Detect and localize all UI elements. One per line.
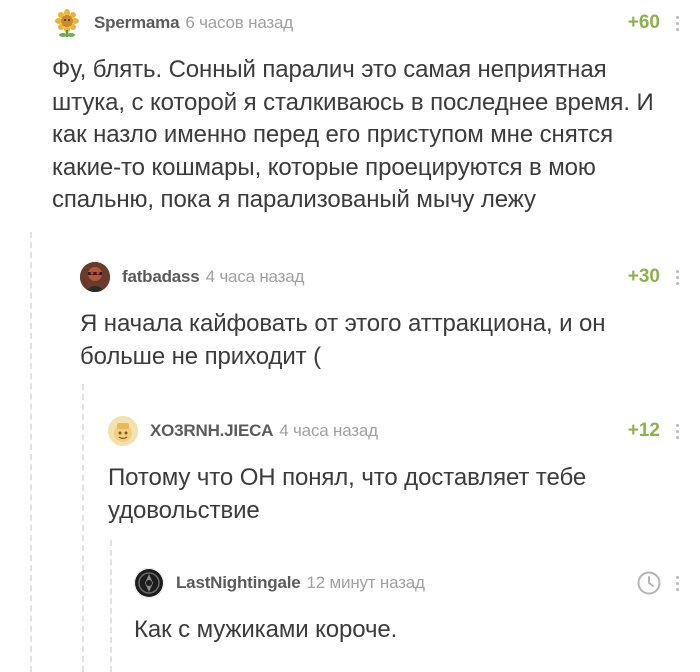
username-label[interactable]: LastNightingale — [176, 573, 301, 592]
username-label[interactable]: Spermama — [94, 13, 180, 32]
rating: +12 — [627, 420, 660, 441]
comment: LastNightingale 12 минут назад Как с мужи… — [134, 568, 700, 672]
more-options-icon[interactable] — [676, 270, 680, 288]
comment-time: 4 часа назад — [205, 267, 305, 286]
comment: Spermama 6 часов назад +60 Фу, блять. Сон… — [52, 8, 700, 223]
more-options-icon[interactable] — [676, 424, 680, 442]
username-label[interactable]: XO3RNH.JIECA — [150, 421, 273, 440]
comment-text: Фу, блять. Сонный паралич это самая непр… — [52, 56, 654, 213]
thread-line — [30, 232, 32, 672]
more-options-icon[interactable] — [676, 576, 680, 594]
comment-header: XO3RNH.JIECA 4 часа назад +12 — [108, 416, 700, 448]
comment-text: Как с мужиками короче. — [134, 616, 398, 643]
comment-header: LastNightingale 12 минут назад — [134, 568, 700, 600]
character-avatar-icon[interactable] — [80, 262, 110, 292]
comment-header: Spermama 6 часов назад +60 — [52, 8, 700, 40]
username-label[interactable]: fatbadass — [122, 267, 200, 286]
thread-line — [82, 384, 84, 672]
comment-text: Потому что ОН понял, что доставляет тебе… — [108, 464, 587, 524]
username[interactable]: fatbadass 4 часа назад — [122, 267, 304, 287]
username[interactable]: XO3RNH.JIECA 4 часа назад — [150, 421, 378, 441]
username[interactable]: Spermama 6 часов назад — [94, 13, 293, 33]
rating: +60 — [627, 12, 660, 33]
thread-line — [110, 540, 112, 672]
comment-header: fatbadass 4 часа назад +30 — [80, 262, 700, 294]
clock-icon[interactable] — [636, 570, 662, 596]
comment-time: 12 минут назад — [306, 573, 425, 592]
sunflower-avatar-icon[interactable] — [52, 8, 82, 38]
comment-time: 6 часов назад — [185, 13, 293, 32]
username[interactable]: LastNightingale 12 минут назад — [176, 573, 425, 593]
more-options-icon[interactable] — [676, 16, 680, 34]
comment-time: 4 часа назад — [279, 421, 378, 440]
comment: fatbadass 4 часа назад +30 Я начала кайфо… — [80, 262, 700, 382]
comment-text: Я начала кайфовать от этого аттракциона,… — [80, 310, 606, 370]
emblem-avatar-icon[interactable] — [134, 568, 164, 598]
cartoon-avatar-icon[interactable] — [108, 416, 138, 446]
rating: +30 — [627, 266, 660, 287]
comment: XO3RNH.JIECA 4 часа назад +12 Потому что … — [108, 416, 700, 536]
